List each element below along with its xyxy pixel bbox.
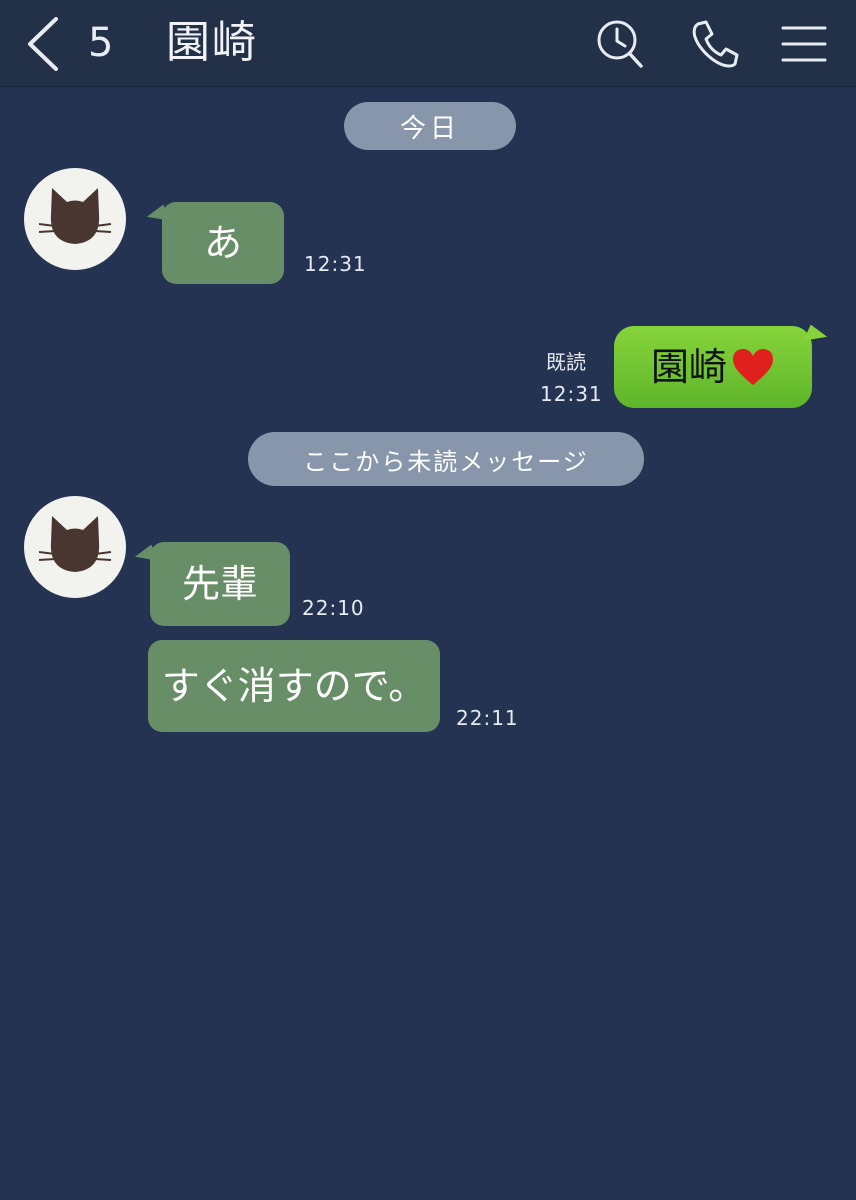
bubble-tail: [133, 544, 159, 570]
message-time: 22:10: [302, 596, 365, 620]
message-text: あ: [203, 221, 242, 265]
unread-divider: ここから未読メッセージ: [248, 432, 644, 486]
cat-icon: [38, 516, 112, 572]
menu-button[interactable]: [778, 18, 830, 70]
message-text: すぐ消すので。: [161, 664, 427, 708]
heart-icon: [731, 347, 775, 387]
chat-header: 5 園崎: [0, 0, 856, 87]
unread-count[interactable]: 5: [88, 20, 113, 66]
message-bubble[interactable]: あ: [145, 202, 284, 284]
avatar[interactable]: [24, 496, 126, 598]
bubble-tail: [803, 324, 829, 350]
message-bubble[interactable]: 先輩: [133, 542, 290, 626]
phone-icon: [692, 20, 739, 68]
avatar[interactable]: [24, 168, 126, 270]
back-button[interactable]: [18, 14, 68, 74]
bubble-tail: [145, 204, 171, 230]
menu-icon: [781, 26, 827, 62]
chevron-left-icon: [28, 17, 58, 71]
message-bubble-outgoing[interactable]: 園崎: [614, 324, 829, 408]
message-time: 12:31: [540, 382, 603, 406]
message-text: 園崎: [650, 345, 727, 389]
message-time: 22:11: [456, 706, 519, 730]
call-button[interactable]: [688, 18, 740, 70]
message-time: 12:31: [304, 252, 367, 276]
cat-icon: [38, 188, 112, 244]
date-separator: 今日: [344, 102, 516, 150]
message-bubble[interactable]: すぐ消すので。: [148, 640, 440, 732]
read-receipt: 既読: [546, 350, 586, 374]
chat-title: 園崎: [166, 17, 258, 68]
search-button[interactable]: [594, 18, 646, 70]
search-icon: [597, 20, 643, 68]
message-text: 先輩: [181, 562, 258, 606]
